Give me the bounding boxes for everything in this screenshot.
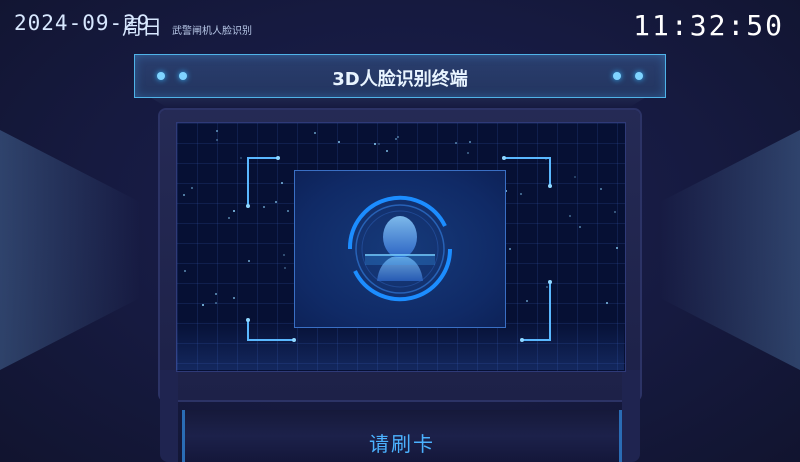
star-dot [232, 296, 235, 299]
star-dot [313, 131, 316, 134]
swipe-card-prompt: 请刷卡 [369, 432, 435, 456]
card-prompt-bar: 请刷卡 [182, 410, 622, 462]
title-banner: 3D人脸识别终端 [134, 54, 666, 98]
clock-display: 11:32:50 [633, 9, 784, 42]
star-dot [183, 269, 186, 272]
scan-corner-bottom-right-icon [520, 280, 552, 342]
star-dot [613, 210, 616, 213]
terminal-stand-right [622, 370, 640, 462]
star-dot [338, 140, 341, 143]
star-dot [469, 140, 472, 143]
star-dot [615, 246, 618, 249]
scan-corner-top-right-icon [502, 156, 552, 202]
star-dot [227, 216, 230, 219]
left-corridor-panel [0, 130, 140, 370]
weekday-display: 周日 [122, 15, 162, 39]
terminal-stand-left [160, 370, 178, 462]
face-scan-icon [347, 195, 453, 302]
scan-corner-bottom-left-icon [246, 318, 296, 364]
page-title: 3D人脸识别终端 [332, 69, 468, 90]
indicator-light-icon [613, 72, 621, 80]
app-subtitle: 武警闸机人脸识别 [172, 26, 252, 37]
star-dot [215, 129, 218, 132]
scan-corner-top-left-icon [246, 156, 280, 208]
right-corridor-panel [660, 130, 800, 370]
star-dot [215, 301, 218, 304]
star-dot [214, 292, 217, 295]
indicator-light-icon [635, 72, 643, 80]
star-dot [508, 247, 511, 250]
face-capture-box [294, 170, 506, 328]
